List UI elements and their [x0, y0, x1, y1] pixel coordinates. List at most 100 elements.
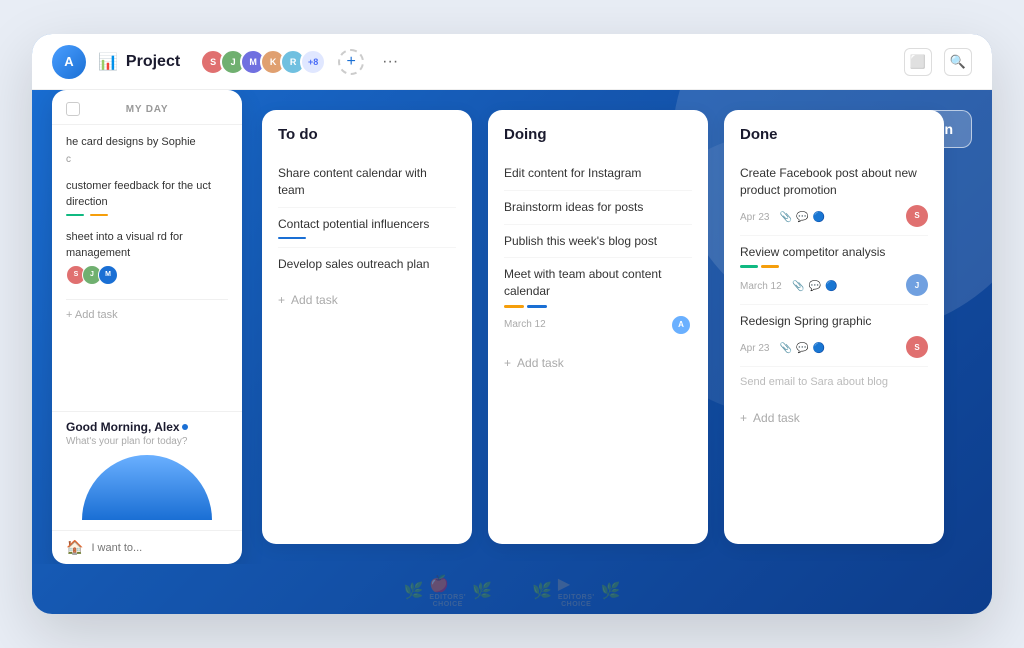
home-icon[interactable]: 🏠: [66, 539, 83, 556]
task-meta: Apr 23 📎 💬 🔵 S: [740, 205, 928, 227]
task-avatar-3: S: [906, 336, 928, 358]
task-meta-left: Apr 23 📎 💬 🔵: [740, 207, 825, 225]
add-section-plus: +: [847, 121, 855, 137]
doing-avatar: A: [670, 314, 692, 336]
add-task-plus-done: +: [740, 411, 747, 425]
task-icons-3: 📎 💬 🔵: [780, 343, 825, 354]
task-text: Brainstorm ideas for posts: [504, 199, 692, 216]
task-avatar-2: J: [906, 274, 928, 296]
task-date-3: Apr 23: [740, 343, 769, 354]
bar-chart-icon: 📊: [98, 52, 118, 72]
progress-seg-blue: [527, 305, 547, 308]
task-date: March 12: [504, 319, 546, 330]
column-done: Done Create Facebook post about new prod…: [724, 110, 944, 544]
column-todo: To do Share content calendar with team C…: [262, 110, 472, 544]
add-task-plus: +: [504, 356, 511, 370]
plan-prompt: What's your plan for today?: [66, 436, 228, 447]
myday-task-1-text: he card designs by Sophie: [66, 135, 228, 150]
flag-icon-2: 🔵: [825, 281, 837, 292]
task-text: Publish this week's blog post: [504, 233, 692, 250]
myday-avatar-3: M: [98, 265, 118, 285]
task-meta-3: Apr 23 📎 💬 🔵 S: [740, 336, 928, 358]
main-area: + + Add section MY DAY he card designs b…: [32, 90, 992, 564]
myday-task-3: sheet into a visual rd for management S …: [66, 230, 228, 285]
task-item-done-1[interactable]: Create Facebook post about new product p…: [740, 157, 928, 236]
my-day-header: MY DAY: [52, 90, 242, 125]
myday-task-1: he card designs by Sophie c: [66, 135, 228, 165]
my-day-checkbox[interactable]: [66, 102, 80, 116]
awards-bar: 🌿 🍎 EDITORS'CHOICE 🌿 🌿 ▶ EDITORS'CHOICE …: [32, 564, 992, 614]
add-section-label: + Add section: [861, 121, 953, 137]
award-text-2: ▶ EDITORS'CHOICE: [558, 574, 595, 608]
task-item[interactable]: Contact potential influencers: [278, 208, 456, 249]
task-text: Create Facebook post about new product p…: [740, 165, 928, 199]
avatar-count: +8: [300, 49, 326, 75]
my-day-task-list: he card designs by Sophie c customer fee…: [52, 125, 242, 411]
task-text: Meet with team about content calendar: [504, 266, 692, 300]
myday-task-2: customer feedback for the uct direction: [66, 179, 228, 216]
task-meta-left-3: Apr 23 📎 💬 🔵: [740, 338, 825, 356]
award-item-2: 🌿 ▶ EDITORS'CHOICE 🌿: [532, 574, 621, 608]
more-options-button[interactable]: ···: [376, 51, 404, 73]
top-bar: A 📊 Project S J M K R +8 + ··· ⬜ 🔍: [32, 34, 992, 90]
award-text-1: 🍎 EDITORS'CHOICE: [429, 574, 466, 608]
comment-icon-2: 💬: [809, 281, 821, 292]
my-day-panel: MY DAY he card designs by Sophie c custo…: [52, 90, 242, 564]
task-text-3: Redesign Spring graphic: [740, 313, 928, 330]
myday-task-1-sub: c: [66, 154, 228, 165]
progress-seg-orange2: [761, 265, 779, 268]
award-icon-2: ▶: [558, 574, 595, 594]
task-item[interactable]: Publish this week's blog post: [504, 225, 692, 259]
award-item-1: 🌿 🍎 EDITORS'CHOICE 🌿: [404, 574, 493, 608]
myday-add-task[interactable]: + Add task: [66, 299, 228, 323]
column-todo-title: To do: [278, 126, 456, 143]
task-meta: March 12 A: [504, 314, 692, 336]
award-leaf-right-1: 🌿: [472, 581, 492, 601]
award-leaf-left-2: 🌿: [532, 581, 552, 601]
add-task-label: Add task: [291, 293, 338, 307]
award-label-1: EDITORS'CHOICE: [429, 594, 466, 608]
myday-avatar-row: S J M: [66, 265, 228, 285]
search-button[interactable]: 🔍: [944, 48, 972, 76]
my-day-label: MY DAY: [126, 104, 169, 115]
task-icons: 📎 💬 🔵: [780, 212, 825, 223]
award-leaf-right-2: 🌿: [601, 581, 621, 601]
attachment-icon-2: 📎: [792, 281, 804, 292]
add-task-button[interactable]: + Add task: [278, 285, 456, 307]
task-meta-2: March 12 📎 💬 🔵 J: [740, 274, 928, 296]
comment-icon: 💬: [796, 212, 808, 223]
task-underline: [278, 237, 306, 239]
task-item[interactable]: Brainstorm ideas for posts: [504, 191, 692, 225]
task-item-done-2[interactable]: Review competitor analysis March 12 📎 💬 …: [740, 236, 928, 306]
task-text: Contact potential influencers: [278, 216, 456, 233]
add-section-button[interactable]: + + Add section: [828, 110, 972, 148]
task-date-2: March 12: [740, 281, 782, 292]
doing-avatar-group: A: [670, 314, 692, 336]
task-item[interactable]: Edit content for Instagram: [504, 157, 692, 191]
project-title-area: 📊 Project: [98, 52, 180, 72]
add-task-button-doing[interactable]: + Add task: [504, 348, 692, 370]
progress-seg-green: [740, 265, 758, 268]
task-item-done-3[interactable]: Redesign Spring graphic Apr 23 📎 💬 🔵 S: [740, 305, 928, 367]
progress-bar-row-2: [740, 265, 928, 268]
add-task-label-done: Add task: [753, 411, 800, 425]
task-item[interactable]: Share content calendar with team: [278, 157, 456, 208]
user-avatar[interactable]: A: [52, 45, 86, 79]
task-item-doing-last[interactable]: Meet with team about content calendar Ma…: [504, 258, 692, 344]
add-task-button-done[interactable]: + Add task: [740, 403, 928, 425]
comment-icon-3: 💬: [796, 343, 808, 354]
task-text: Share content calendar with team: [278, 165, 456, 199]
add-task-label: Add task: [517, 356, 564, 370]
progress-orange: [90, 214, 108, 216]
add-task-plus: +: [278, 293, 285, 307]
task-item-done-4[interactable]: Send email to Sara about blog: [740, 367, 928, 398]
column-doing-title: Doing: [504, 126, 692, 143]
attachment-icon: 📎: [780, 212, 792, 223]
ai-icon[interactable]: 💡: [241, 539, 242, 556]
myday-task-2-text: customer feedback for the uct direction: [66, 179, 228, 210]
i-want-input[interactable]: [91, 542, 233, 554]
team-avatars: S J M K R +8: [200, 49, 326, 75]
window-button[interactable]: ⬜: [904, 48, 932, 76]
task-item[interactable]: Develop sales outreach plan: [278, 248, 456, 281]
add-member-button[interactable]: +: [338, 49, 364, 75]
